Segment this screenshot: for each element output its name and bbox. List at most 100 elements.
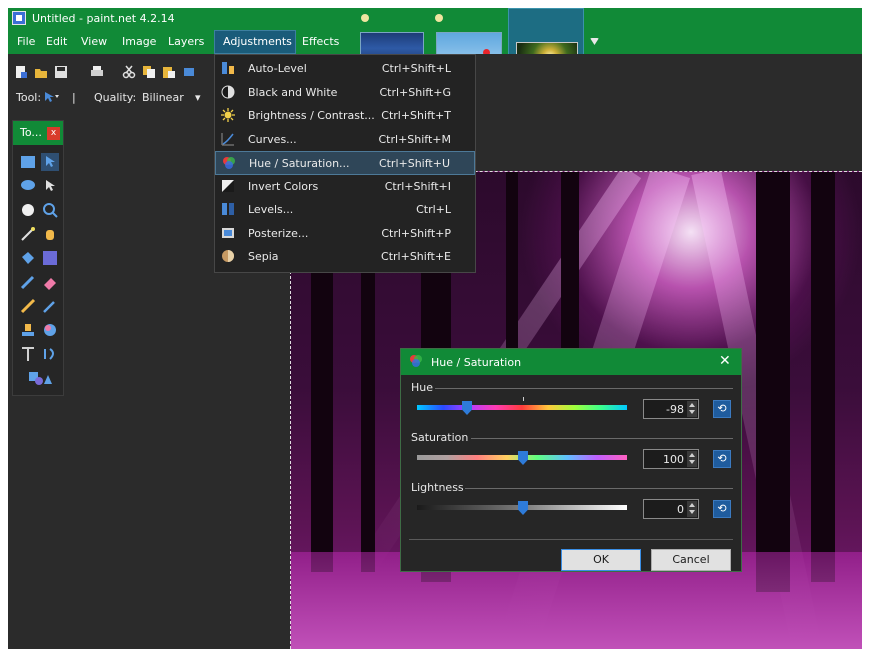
lightness-slider-thumb[interactable] — [518, 501, 528, 515]
section-divider — [471, 438, 733, 439]
tree-trunk — [756, 172, 790, 592]
menu-item-label: Sepia — [248, 250, 279, 263]
hue-value-input[interactable]: -98 — [643, 399, 699, 419]
quality-chevron-down-icon[interactable]: ▾ — [195, 91, 201, 104]
dialog-close-button[interactable]: ✕ — [719, 353, 731, 369]
paste-icon[interactable] — [162, 65, 176, 79]
menu-item-label: Hue / Saturation... — [249, 157, 350, 170]
dialog-title: Hue / Saturation — [431, 356, 522, 369]
save-icon[interactable] — [54, 65, 68, 79]
lightness-value-input[interactable]: 0 — [643, 499, 699, 519]
menu-item-black-and-white[interactable]: Black and White Ctrl+Shift+G — [215, 81, 475, 105]
dialog-titlebar[interactable]: Hue / Saturation ✕ — [401, 349, 741, 375]
hue-center-tick — [523, 397, 524, 401]
menu-adjustments[interactable]: Adjustments — [214, 30, 296, 54]
eraser-icon[interactable] — [41, 273, 59, 291]
lightness-reset-button[interactable]: ⟲ — [713, 500, 731, 518]
black-and-white-icon — [221, 85, 235, 98]
recolor-icon[interactable] — [41, 321, 59, 339]
menu-layers[interactable]: Layers — [168, 35, 204, 48]
menu-item-curves[interactable]: Curves... Ctrl+Shift+M — [215, 128, 475, 152]
hue-saturation-dialog: Hue / Saturation ✕ Hue -98 ⟲ Saturation … — [400, 348, 742, 572]
saturation-value-input[interactable]: 100 — [643, 449, 699, 469]
move-selected-pixels-icon[interactable] — [41, 153, 59, 171]
menu-item-invert-colors[interactable]: Invert Colors Ctrl+Shift+I — [215, 175, 475, 199]
menu-item-shortcut: Ctrl+L — [416, 203, 451, 216]
menu-edit[interactable]: Edit — [46, 35, 67, 48]
hue-spinner[interactable] — [687, 401, 697, 417]
saturation-reset-button[interactable]: ⟲ — [713, 450, 731, 468]
paintnet-window: Untitled - paint.net 4.2.14 File Edit Vi… — [8, 8, 862, 649]
zoom-icon[interactable] — [41, 201, 59, 219]
rectangle-select-icon[interactable] — [19, 153, 37, 171]
new-image-icon[interactable] — [14, 65, 28, 79]
saturation-slider-thumb[interactable] — [518, 451, 528, 465]
tools-window-titlebar[interactable]: To... x — [13, 121, 63, 145]
menu-item-label: Auto-Level — [248, 62, 307, 75]
lightness-value: 0 — [677, 503, 684, 516]
ok-button[interactable]: OK — [561, 549, 641, 571]
crop-icon[interactable] — [182, 65, 196, 79]
saturation-spinner[interactable] — [687, 451, 697, 467]
clone-stamp-icon[interactable] — [19, 321, 37, 339]
open-folder-icon[interactable] — [34, 65, 48, 79]
magic-wand-icon[interactable] — [19, 225, 37, 243]
menu-item-levels[interactable]: Levels... Ctrl+L — [215, 198, 475, 222]
quality-dropdown[interactable]: Bilinear — [142, 91, 184, 104]
lightness-spinner[interactable] — [687, 501, 697, 517]
hue-label: Hue — [411, 381, 434, 394]
menu-item-label: Posterize... — [248, 226, 309, 240]
menu-item-posterize[interactable]: Posterize... Ctrl+Shift+P — [215, 222, 475, 246]
toolbar-separator: | — [72, 91, 76, 104]
brightness-contrast-icon — [221, 108, 235, 122]
menu-item-shortcut: Ctrl+Shift+E — [381, 250, 451, 263]
hue-reset-button[interactable]: ⟲ — [713, 400, 731, 418]
menu-item-shortcut: Ctrl+Shift+I — [384, 179, 451, 193]
menu-item-shortcut: Ctrl+Shift+U — [378, 157, 450, 170]
dialog-separator — [409, 539, 733, 540]
hue-slider-track[interactable] — [417, 405, 627, 410]
window-title: Untitled - paint.net 4.2.14 — [32, 12, 175, 25]
curves-icon — [221, 132, 234, 145]
menu-item-label: Brightness / Contrast... — [248, 109, 375, 122]
paintbrush-icon[interactable] — [19, 273, 37, 291]
menu-item-label: Black and White — [248, 85, 338, 99]
color-picker-icon[interactable] — [41, 297, 59, 315]
saturation-label: Saturation — [411, 431, 469, 444]
print-icon[interactable] — [90, 65, 104, 79]
pencil-icon[interactable] — [19, 297, 37, 315]
cut-icon[interactable] — [122, 65, 136, 79]
lasso-select-icon[interactable] — [19, 177, 37, 195]
menu-item-brightness-contrast[interactable]: Brightness / Contrast... Ctrl+Shift+T — [215, 104, 475, 128]
menu-view[interactable]: View — [81, 35, 107, 48]
paint-bucket-icon[interactable] — [19, 249, 37, 267]
shapes-icon[interactable] — [28, 369, 52, 387]
auto-level-icon — [222, 62, 234, 74]
line-curve-icon[interactable] — [41, 345, 59, 363]
text-icon[interactable] — [19, 345, 37, 363]
gradient-icon[interactable] — [41, 249, 59, 267]
tools-window-title: To... — [20, 126, 42, 139]
move-selection-icon[interactable] — [41, 177, 59, 195]
pan-hand-icon[interactable] — [41, 225, 59, 243]
menu-item-label: Invert Colors — [248, 179, 319, 193]
menu-item-shortcut: Ctrl+Shift+M — [378, 132, 452, 146]
tools-close-button[interactable]: x — [47, 127, 60, 140]
menu-item-hue-saturation[interactable]: Hue / Saturation... Ctrl+Shift+U — [215, 151, 475, 175]
menu-effects[interactable]: Effects — [302, 35, 339, 48]
menu-item-auto-level[interactable]: Auto-Level Ctrl+Shift+L — [215, 57, 475, 81]
menu-item-shortcut: Ctrl+Shift+L — [381, 62, 451, 75]
image-tabs-strip — [348, 30, 862, 54]
menu-image[interactable]: Image — [122, 35, 156, 48]
hue-slider-thumb[interactable] — [462, 401, 472, 415]
sepia-icon — [222, 250, 234, 262]
menu-item-shortcut: Ctrl+Shift+G — [379, 85, 451, 99]
tools-window: To... x — [12, 120, 64, 396]
ellipse-select-icon[interactable] — [19, 201, 37, 219]
tool-selector-icon[interactable] — [43, 91, 63, 103]
menu-item-sepia[interactable]: Sepia Ctrl+Shift+E — [215, 245, 475, 269]
menu-bar: File Edit View Image Layers Adjustments … — [8, 30, 348, 54]
menu-file[interactable]: File — [17, 35, 35, 48]
cancel-button[interactable]: Cancel — [651, 549, 731, 571]
copy-icon[interactable] — [142, 65, 156, 79]
